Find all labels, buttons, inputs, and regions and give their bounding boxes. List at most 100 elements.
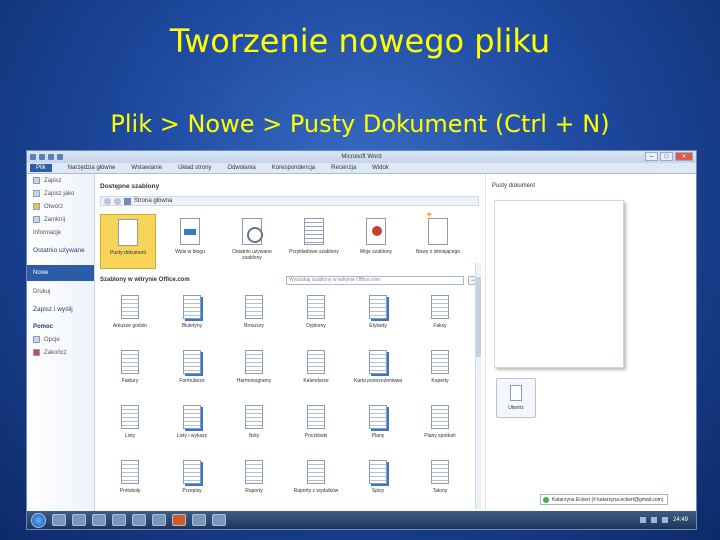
volume-icon[interactable] bbox=[661, 517, 668, 523]
menu-save-as[interactable]: Zapisz jako bbox=[27, 187, 94, 200]
menu-exit[interactable]: Zakończ bbox=[27, 346, 94, 359]
office-template-tile[interactable]: Etykiety bbox=[348, 292, 408, 345]
template-sample[interactable]: Przykładowe szablony bbox=[286, 214, 342, 269]
template-my[interactable]: Moje szablony bbox=[348, 214, 404, 269]
back-icon[interactable] bbox=[104, 197, 111, 205]
template-blank-document[interactable]: Pusty dokument bbox=[100, 214, 156, 269]
menu-save[interactable]: Zapisz bbox=[27, 174, 94, 187]
template-doc-icon bbox=[183, 405, 201, 429]
menu-open[interactable]: Otwórz bbox=[27, 200, 94, 213]
office-template-tile[interactable]: Plany spotkań bbox=[410, 402, 470, 455]
office-templates-label: Szablony w witrynie Office.com bbox=[100, 277, 190, 283]
office-template-tile[interactable]: Spisy bbox=[348, 457, 408, 502]
system-tray: 24:49 bbox=[639, 517, 696, 523]
maximize-button[interactable]: □ bbox=[660, 152, 673, 161]
office-template-tile[interactable]: Listy bbox=[100, 402, 160, 455]
document-preview bbox=[494, 200, 624, 368]
tab-insert[interactable]: Wstawianie bbox=[131, 165, 162, 171]
template-doc-icon bbox=[369, 460, 387, 484]
tab-view[interactable]: Widok bbox=[372, 165, 389, 171]
template-recent[interactable]: Ostatnio używane szablony bbox=[224, 214, 280, 269]
open-folder-icon bbox=[33, 203, 40, 210]
tab-references[interactable]: Odwołania bbox=[227, 165, 255, 171]
create-doc-icon bbox=[510, 385, 522, 401]
office-template-tile[interactable]: Karta postrzeżeniowa bbox=[348, 347, 408, 400]
slide-title: Tworzenie nowego pliku bbox=[169, 22, 551, 60]
office-template-tile[interactable]: Pocztówki bbox=[286, 402, 346, 455]
office-template-tile[interactable]: Harmonogramy bbox=[224, 347, 284, 400]
template-doc-icon bbox=[121, 405, 139, 429]
tab-review[interactable]: Recenzja bbox=[331, 165, 356, 171]
taskbar-app-icon[interactable] bbox=[132, 514, 146, 526]
office-template-tile[interactable]: Broszury bbox=[224, 292, 284, 345]
tab-file[interactable]: Plik bbox=[30, 164, 52, 172]
tab-page-layout[interactable]: Układ strony bbox=[178, 165, 211, 171]
office-template-tile[interactable]: Raporty bbox=[224, 457, 284, 502]
close-doc-icon bbox=[33, 216, 40, 223]
template-doc-icon bbox=[121, 350, 139, 374]
options-icon bbox=[33, 336, 40, 343]
menu-options[interactable]: Opcje bbox=[27, 333, 94, 346]
menu-help[interactable]: Pomoc bbox=[27, 320, 94, 333]
templates-scrollbar[interactable] bbox=[475, 263, 481, 509]
home-link[interactable]: Strona główna bbox=[134, 198, 172, 204]
templates-pane: Dostępne szablony Strona główna Pusty do… bbox=[97, 174, 481, 511]
home-icon[interactable] bbox=[124, 197, 131, 205]
menu-new[interactable]: Nowe bbox=[27, 265, 94, 281]
office-template-tile[interactable]: Arkusze godzin bbox=[100, 292, 160, 345]
office-search-input[interactable]: Wyszukaj szablony w witrynie Office.com bbox=[286, 275, 464, 285]
taskbar-firefox-icon[interactable] bbox=[72, 514, 86, 526]
start-button[interactable] bbox=[31, 512, 46, 528]
office-template-tile[interactable]: Listy i wykazy bbox=[162, 402, 222, 455]
taskbar-explorer-icon[interactable] bbox=[52, 514, 66, 526]
templates-navbar: Strona główna bbox=[100, 196, 479, 206]
scrollbar-thumb[interactable] bbox=[476, 277, 481, 357]
clock[interactable]: 24:49 bbox=[673, 517, 688, 523]
office-template-tile[interactable]: Raporty z wydatków bbox=[286, 457, 346, 502]
tab-mailings[interactable]: Korespondencja bbox=[272, 165, 315, 171]
office-template-tile[interactable]: Kalendarze bbox=[286, 347, 346, 400]
forward-icon[interactable] bbox=[114, 197, 121, 205]
menu-info[interactable]: Informacje bbox=[27, 226, 94, 239]
template-doc-icon bbox=[431, 295, 449, 319]
menu-close[interactable]: Zamknij bbox=[27, 213, 94, 226]
office-template-tile[interactable]: Noty bbox=[224, 402, 284, 455]
office-template-tile[interactable]: Protokoły bbox=[100, 457, 160, 502]
template-doc-icon bbox=[431, 405, 449, 429]
new-from-existing-icon bbox=[425, 213, 448, 245]
template-doc-icon bbox=[121, 295, 139, 319]
office-template-tile[interactable]: Faktury bbox=[100, 347, 160, 400]
minimize-button[interactable]: – bbox=[645, 152, 658, 161]
menu-save-send[interactable]: Zapisz i wyślij bbox=[27, 298, 94, 320]
taskbar-app-icon[interactable] bbox=[212, 514, 226, 526]
template-doc-icon bbox=[369, 405, 387, 429]
taskbar-app-icon[interactable] bbox=[152, 514, 166, 526]
office-template-tile[interactable]: Faksy bbox=[410, 292, 470, 345]
menu-recent[interactable]: Ostatnio używane bbox=[27, 239, 94, 261]
tray-icon[interactable] bbox=[639, 517, 646, 523]
template-blog-post[interactable]: Wpis w blogu bbox=[162, 214, 218, 269]
taskbar-word-icon[interactable] bbox=[192, 514, 206, 526]
tray-icon[interactable] bbox=[650, 517, 657, 523]
menu-print[interactable]: Drukuj bbox=[27, 285, 94, 298]
office-template-tile[interactable]: Dyplomy bbox=[286, 292, 346, 345]
office-template-tile[interactable]: Plany bbox=[348, 402, 408, 455]
template-doc-icon bbox=[245, 295, 263, 319]
online-status-icon bbox=[543, 496, 549, 503]
template-doc-icon bbox=[183, 350, 201, 374]
taskbar-app-icon[interactable] bbox=[92, 514, 106, 526]
template-new-from-existing[interactable]: Nowy z istniejącego bbox=[410, 213, 466, 269]
office-template-tile[interactable]: Formularze bbox=[162, 347, 222, 400]
taskbar-app-icon[interactable] bbox=[112, 514, 126, 526]
template-doc-icon bbox=[121, 460, 139, 484]
create-button[interactable]: Utwórz bbox=[496, 378, 536, 418]
office-template-tile[interactable]: Biuletyny bbox=[162, 292, 222, 345]
template-doc-icon bbox=[307, 350, 325, 374]
close-button[interactable]: ✕ bbox=[675, 152, 693, 161]
tab-home[interactable]: Narzędzia główne bbox=[68, 165, 116, 171]
office-template-tile[interactable]: Przepisy bbox=[162, 457, 222, 502]
office-template-tile[interactable]: Talony bbox=[410, 457, 470, 502]
template-doc-icon bbox=[431, 350, 449, 374]
office-template-tile[interactable]: Koperty bbox=[410, 347, 470, 400]
taskbar-app-icon[interactable] bbox=[172, 514, 186, 526]
